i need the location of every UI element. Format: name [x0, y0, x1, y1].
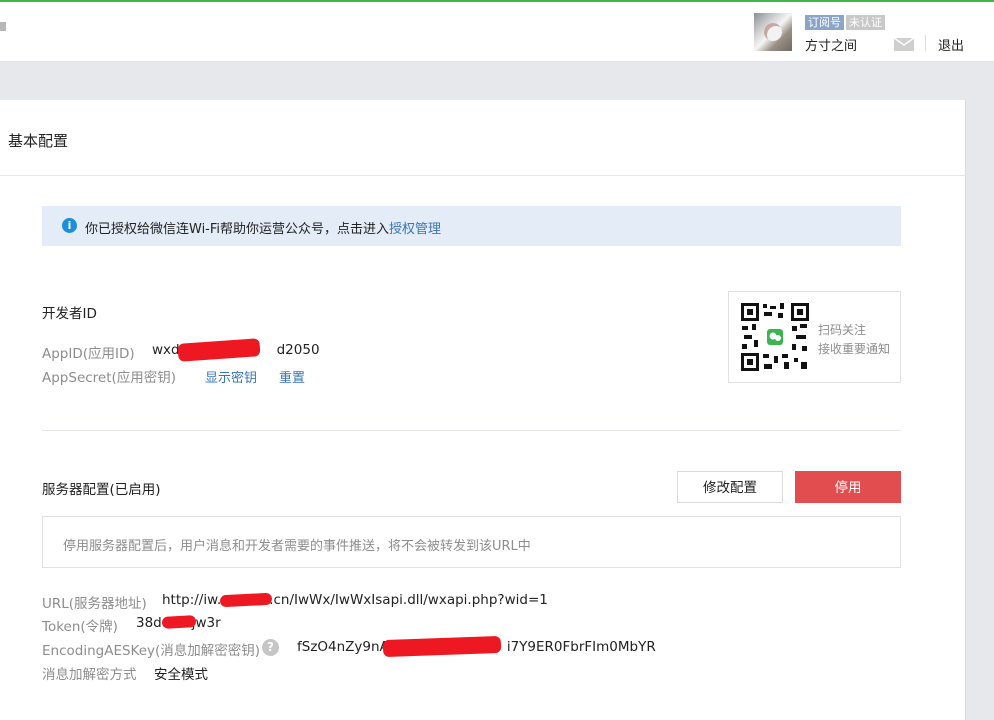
appid-value-end: d2050: [276, 342, 320, 358]
notice-text: 你已授权给微信连Wi-Fi帮助你运营公众号，点击进入授权管理: [85, 218, 441, 237]
encryption-mode-label: 消息加解密方式: [42, 667, 137, 683]
qr-caption-line1: 扫码关注: [818, 323, 867, 337]
url-value-end: .cn/IwWx/IwWxIsapi.dll/wxapi.php?wid=1: [269, 592, 548, 608]
url-label: URL(服务器地址): [42, 596, 147, 612]
appid-value-start: wxd: [152, 342, 180, 358]
notice-message: 你已授权给微信连Wi-Fi帮助你运营公众号，点击进入: [85, 222, 390, 237]
top-bar: 订阅号 未认证 方寸之间 退出: [0, 0, 994, 62]
authorization-manage-link[interactable]: 授权管理: [389, 222, 441, 237]
aes-key-label: EncodingAESKey(消息加解密密钥): [42, 643, 261, 659]
info-icon: i: [62, 218, 77, 233]
token-value-end: jw3r: [191, 615, 221, 631]
aes-key-value-start: fSzO4nZy9nA: [297, 639, 389, 655]
disable-button[interactable]: 停用: [795, 471, 901, 503]
appsecret-label: AppSecret(应用密钥): [42, 370, 177, 386]
developer-id-title: 开发者ID: [42, 306, 97, 322]
section-divider: [42, 430, 901, 431]
page-title: 基本配置: [8, 132, 69, 150]
authorization-notice: i 你已授权给微信连Wi-Fi帮助你运营公众号，点击进入授权管理: [42, 206, 901, 246]
account-name[interactable]: 方寸之间: [805, 35, 857, 54]
logout-link[interactable]: 退出: [938, 35, 964, 54]
token-value-start: 38d: [136, 615, 162, 631]
token-label: Token(令牌): [42, 619, 118, 635]
qr-code-box: 扫码关注 接收重要通知: [728, 291, 901, 383]
encryption-mode-value: 安全模式: [154, 667, 208, 683]
qr-code-icon: [740, 302, 810, 372]
help-icon[interactable]: ?: [262, 639, 279, 656]
server-config-notice: 停用服务器配置后，用户消息和开发者需要的事件推送，将不会被转发到该URL中: [42, 516, 901, 568]
aes-key-value-end: i7Y9ER0FbrFIm0MbYR: [506, 639, 656, 655]
title-divider: [0, 175, 966, 176]
main-panel: 基本配置 i 你已授权给微信连Wi-Fi帮助你运营公众号，点击进入授权管理 开发…: [0, 100, 966, 720]
menu-toggle-icon[interactable]: [0, 22, 6, 31]
server-config-notice-text: 停用服务器配置后，用户消息和开发者需要的事件推送，将不会被转发到该URL中: [63, 539, 531, 554]
header-separator: [925, 35, 926, 51]
show-secret-link[interactable]: 显示密钥: [205, 367, 257, 386]
avatar[interactable]: [754, 13, 792, 51]
redaction-mark: [161, 615, 197, 629]
qr-caption-line2: 接收重要通知: [818, 342, 891, 356]
mail-icon[interactable]: [894, 38, 914, 51]
unverified-badge: 未认证: [846, 15, 885, 30]
edit-config-button[interactable]: 修改配置: [677, 471, 783, 503]
subscription-badge: 订阅号: [805, 15, 844, 30]
url-value-start: http://iw.: [162, 592, 222, 608]
appid-label: AppID(应用ID): [42, 346, 135, 362]
server-config-title: 服务器配置(已启用): [42, 482, 161, 498]
reset-secret-link[interactable]: 重置: [279, 367, 305, 386]
